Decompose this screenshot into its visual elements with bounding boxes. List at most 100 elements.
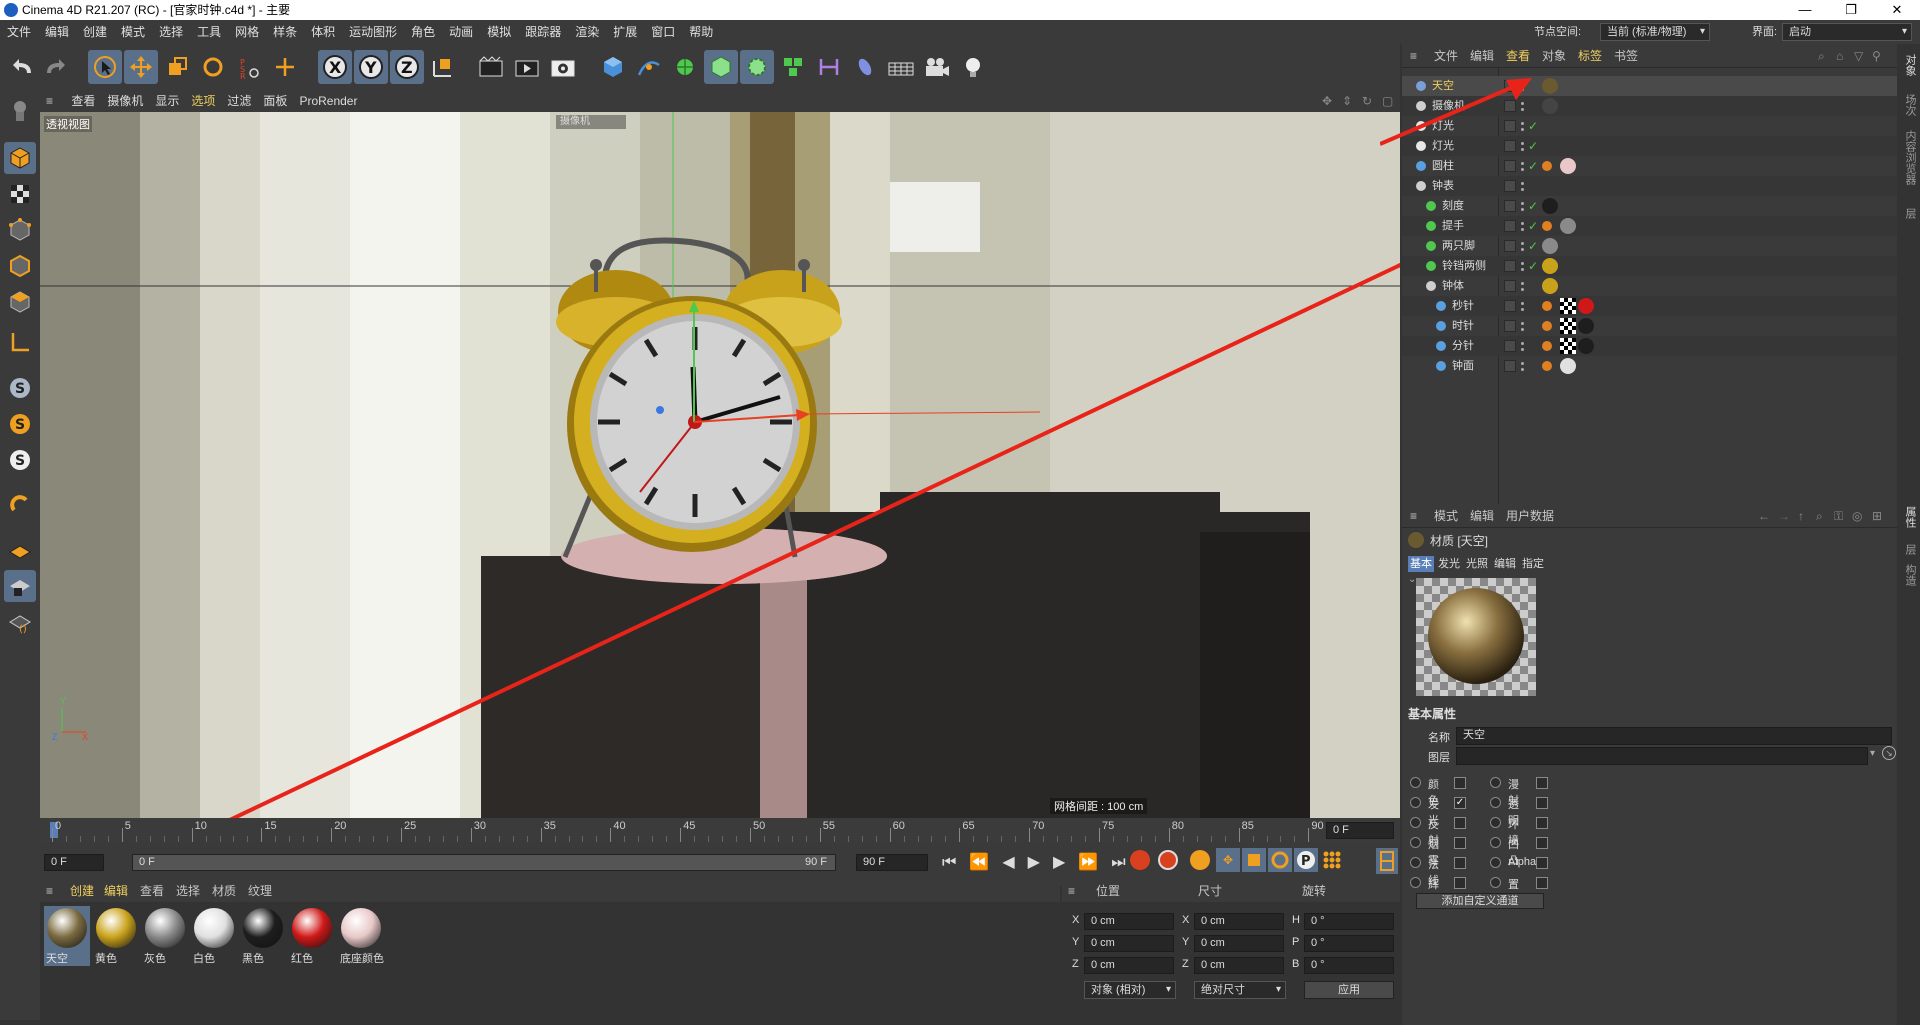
channel-checkbox[interactable] [1536, 797, 1548, 809]
rotate-tool-icon[interactable] [196, 50, 230, 84]
visibility-toggle[interactable] [1504, 220, 1516, 232]
make-editable-icon[interactable] [4, 94, 36, 126]
object-name[interactable]: 钟体 [1442, 276, 1464, 296]
render-visibility-dot[interactable] [1521, 208, 1524, 211]
add-custom-channel-button[interactable]: 添加自定义通道 [1416, 893, 1544, 909]
camera-object-icon[interactable] [920, 50, 954, 84]
vp-zoom-icon[interactable]: ⇕ [1342, 90, 1352, 112]
render-visibility-dot[interactable] [1521, 228, 1524, 231]
object-row[interactable]: 钟表 [1402, 176, 1897, 196]
pos-z-field[interactable]: 0 cm [1084, 957, 1174, 974]
channel-checkbox[interactable]: ✓ [1454, 797, 1466, 809]
enabled-check-icon[interactable]: ✓ [1528, 256, 1538, 276]
render-visibility-dot[interactable] [1521, 248, 1524, 251]
undo-icon[interactable] [6, 50, 40, 84]
animate-param-radio[interactable] [1410, 837, 1421, 848]
key-position-icon[interactable]: ✥ [1216, 848, 1240, 872]
visibility-toggle[interactable] [1504, 320, 1516, 332]
redo-icon[interactable] [38, 50, 72, 84]
light-object-icon[interactable] [956, 50, 990, 84]
dock-tab-layers-top[interactable]: 层 [1902, 208, 1918, 219]
attr-menu-mode[interactable]: 模式 [1434, 504, 1458, 528]
material-tag-icon[interactable] [1542, 301, 1552, 311]
material-tag-icon[interactable] [1542, 161, 1552, 171]
material-swatch[interactable]: 底座颜色 [338, 906, 384, 966]
visibility-toggle[interactable] [1504, 200, 1516, 212]
size-x-field[interactable]: 0 cm [1194, 913, 1284, 930]
animate-param-radio[interactable] [1490, 797, 1501, 808]
scene-object-icon[interactable] [848, 50, 882, 84]
visibility-toggle[interactable] [1504, 260, 1516, 272]
menu-render[interactable]: 渲染 [568, 20, 606, 44]
editor-visibility-dot[interactable] [1521, 302, 1524, 305]
menu-extensions[interactable]: 扩展 [606, 20, 644, 44]
animate-param-radio[interactable] [1490, 837, 1501, 848]
material-tag-icon[interactable] [1542, 221, 1552, 231]
visibility-toggle[interactable] [1504, 160, 1516, 172]
channel-checkbox[interactable] [1454, 817, 1466, 829]
name-field[interactable]: 天空 [1456, 727, 1892, 745]
edge-mode-icon[interactable] [4, 250, 36, 282]
visibility-toggle[interactable] [1504, 300, 1516, 312]
menu-tools[interactable]: 工具 [190, 20, 228, 44]
key-rotation-icon[interactable] [1268, 848, 1292, 872]
menu-edit[interactable]: 编辑 [38, 20, 76, 44]
layout-dropdown[interactable]: 启动 [1782, 23, 1912, 41]
texture-mode-icon[interactable] [4, 178, 36, 210]
layer-dropdown-icon[interactable]: ▾ [1870, 748, 1875, 759]
animate-param-radio[interactable] [1490, 817, 1501, 828]
pos-x-field[interactable]: 0 cm [1084, 913, 1174, 930]
channel-checkbox[interactable] [1536, 837, 1548, 849]
tab-editor[interactable]: 编辑 [1492, 556, 1518, 572]
menu-mograph[interactable]: 运动图形 [342, 20, 404, 44]
minimize-button[interactable]: — [1782, 0, 1828, 20]
coordinate-mode-dropdown[interactable]: 对象 (相对) [1084, 981, 1176, 999]
tab-illumination[interactable]: 光照 [1464, 556, 1490, 572]
previous-key-icon[interactable]: ⏪ [969, 854, 1002, 871]
editor-visibility-dot[interactable] [1521, 362, 1524, 365]
material-swatch[interactable]: 天空 [44, 906, 90, 966]
material-tag-icon[interactable] [1542, 198, 1558, 214]
visibility-toggle[interactable] [1504, 340, 1516, 352]
enabled-check-icon[interactable]: ✓ [1528, 216, 1538, 236]
go-to-start-icon[interactable]: ⏮ [942, 854, 969, 871]
object-row[interactable]: 提手 ✓ [1402, 216, 1897, 236]
editor-visibility-dot[interactable] [1521, 162, 1524, 165]
coords-hamburger-icon[interactable]: ≡ [1068, 880, 1075, 902]
subdivision-surface-icon[interactable] [668, 50, 702, 84]
scale-tool-icon[interactable] [160, 50, 194, 84]
vp-menu-view[interactable]: 查看 [65, 90, 101, 112]
obj-home-icon[interactable]: ⌂ [1836, 44, 1843, 68]
layer-pick-icon[interactable]: ↘ [1882, 746, 1896, 760]
object-name[interactable]: 铃铛两侧 [1442, 256, 1486, 276]
attr-forward-icon[interactable]: → [1778, 504, 1790, 528]
material-tag-icon[interactable] [1560, 358, 1576, 374]
editor-visibility-dot[interactable] [1521, 182, 1524, 185]
close-button[interactable]: ✕ [1874, 0, 1920, 20]
model-mode-icon[interactable] [4, 142, 36, 174]
visibility-toggle[interactable] [1504, 180, 1516, 192]
material-swatch[interactable]: 红色 [289, 906, 335, 966]
snap-settings-icon[interactable]: S [4, 408, 36, 440]
dock-tab-layers[interactable]: 层 [1902, 544, 1918, 555]
cube-primitive-icon[interactable] [596, 50, 630, 84]
tab-assign[interactable]: 指定 [1520, 556, 1546, 572]
obj-lock-icon[interactable]: ⚲ [1872, 44, 1881, 68]
menu-volume[interactable]: 体积 [304, 20, 342, 44]
timeline-layout-icon[interactable] [1376, 848, 1398, 874]
animate-param-radio[interactable] [1410, 797, 1421, 808]
layer-field[interactable] [1456, 747, 1868, 765]
axis-mode-icon[interactable] [4, 326, 36, 358]
size-y-field[interactable]: 0 cm [1194, 935, 1284, 952]
rot-b-field[interactable]: 0 ° [1304, 957, 1394, 974]
locked-workplane-icon[interactable] [4, 570, 36, 602]
keyframe-selection-icon[interactable] [1190, 850, 1210, 870]
mat-menu-select[interactable]: 选择 [176, 880, 200, 902]
menu-simulate[interactable]: 模拟 [480, 20, 518, 44]
material-preview[interactable] [1416, 578, 1536, 696]
material-tag-icon[interactable] [1542, 361, 1552, 371]
animate-param-radio[interactable] [1410, 857, 1421, 868]
attr-hamburger-icon[interactable]: ≡ [1410, 504, 1417, 528]
render-visibility-dot[interactable] [1521, 328, 1524, 331]
menu-spline[interactable]: 样条 [266, 20, 304, 44]
